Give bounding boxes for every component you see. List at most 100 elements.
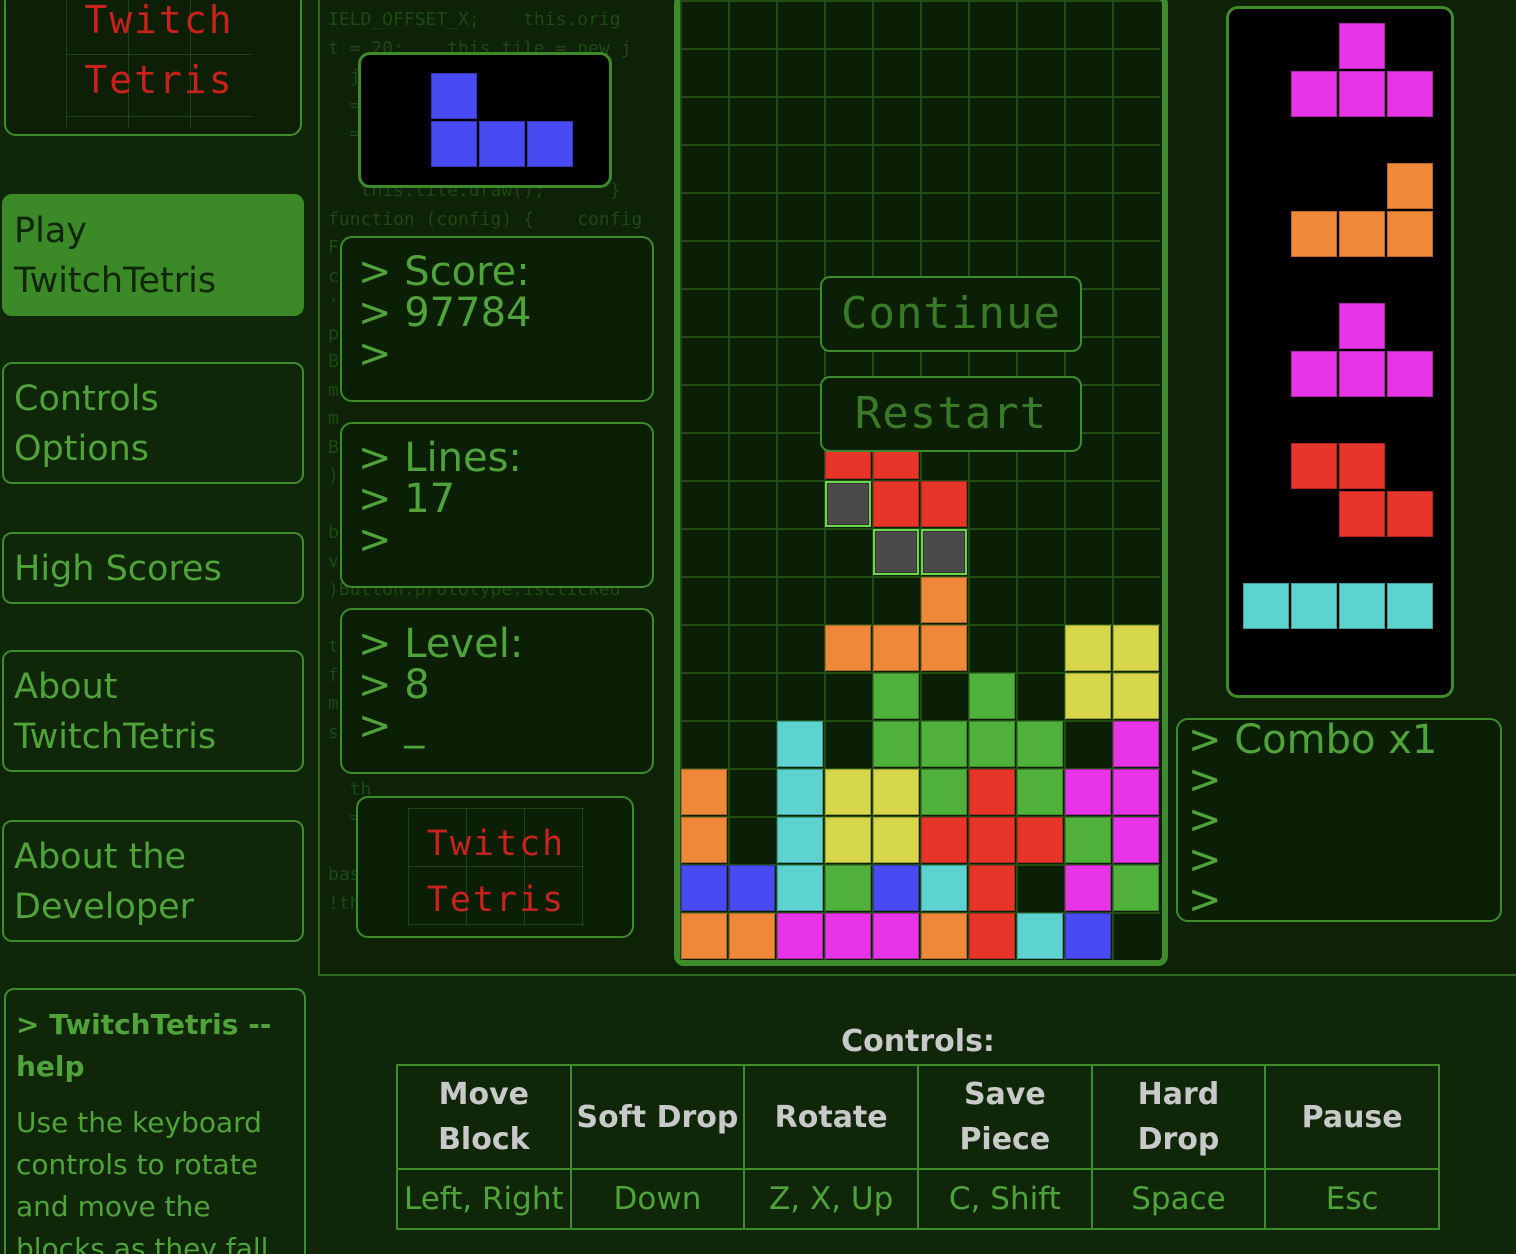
hold-block <box>431 73 477 119</box>
controls-header-rotate: Rotate <box>743 1064 919 1170</box>
controls-header-pause: Pause <box>1264 1064 1440 1170</box>
game-board <box>680 0 1160 960</box>
board-block <box>873 817 919 863</box>
falling-block <box>873 481 919 527</box>
logo-panel: Twitch Tetris <box>4 0 302 136</box>
logo-text-tetris: Tetris <box>84 58 234 102</box>
board-block <box>777 865 823 911</box>
controls-key-move: Left, Right <box>396 1168 572 1230</box>
next-block <box>1387 583 1433 629</box>
nav-high-scores-label: High Scores <box>14 549 222 589</box>
lines-panel: > Lines: > 17 > <box>340 422 654 588</box>
board-block <box>1113 721 1159 767</box>
board-block <box>921 625 967 671</box>
controls-header-move: Move Block <box>396 1064 572 1170</box>
next-block <box>1291 71 1337 117</box>
nav-controls-options-label: Controls Options <box>14 379 159 469</box>
help-text: Use the keyboard controls to rotate and … <box>16 1106 269 1254</box>
lines-value: > 17 <box>358 476 456 522</box>
nav-about-twitchtetris-button[interactable]: About TwitchTetris <box>2 650 304 772</box>
score-panel: > Score: > 97784 > <box>340 236 654 402</box>
board-block <box>825 817 871 863</box>
board-block <box>729 865 775 911</box>
restart-button[interactable]: Restart <box>820 376 1082 452</box>
lines-label: > Lines: <box>358 435 522 481</box>
next-pieces-box <box>1226 6 1454 698</box>
next-block <box>1339 443 1385 489</box>
level-panel: > Level: > 8 > _ <box>340 608 654 774</box>
board-block <box>921 817 967 863</box>
board-block <box>969 673 1015 719</box>
board-grid <box>680 0 1160 960</box>
hold-piece-box <box>358 52 612 188</box>
score-label: > Score: <box>358 249 530 295</box>
ghost-block <box>825 481 871 527</box>
controls-header-hard-drop: Hard Drop <box>1090 1064 1267 1170</box>
hold-block <box>527 121 573 167</box>
board-block <box>1113 673 1159 719</box>
ghost-block <box>873 529 919 575</box>
board-block <box>1017 721 1063 767</box>
ghost-block <box>921 529 967 575</box>
next-block <box>1339 303 1385 349</box>
controls-key-hard-drop: Space <box>1090 1168 1267 1230</box>
help-panel: > TwitchTetris -- help Use the keyboard … <box>4 988 306 1254</box>
board-block <box>1065 625 1111 671</box>
controls-key-soft-drop: Down <box>569 1168 746 1230</box>
lines-prompt: > <box>358 517 392 563</box>
board-block <box>873 625 919 671</box>
continue-button[interactable]: Continue <box>820 276 1082 352</box>
logo-text-twitch: Twitch <box>84 0 234 42</box>
nav-controls-options-button[interactable]: Controls Options <box>2 362 304 484</box>
board-block <box>1113 769 1159 815</box>
board-block <box>873 769 919 815</box>
nav-about-developer-label: About the Developer <box>14 837 195 927</box>
board-block <box>921 865 967 911</box>
board-block <box>777 913 823 959</box>
controls-header-row: Move Block Soft Drop Rotate Save Piece H… <box>396 1064 1440 1170</box>
combo-text: > Combo x1 <box>1188 717 1438 763</box>
controls-keys-row: Left, Right Down Z, X, Up C, Shift Space… <box>396 1168 1440 1230</box>
board-block <box>777 769 823 815</box>
next-block <box>1291 443 1337 489</box>
nav-about-developer-button[interactable]: About the Developer <box>2 820 304 942</box>
combo-panel: > Combo x1 > > > > <box>1176 718 1502 922</box>
board-block <box>1065 817 1111 863</box>
nav-high-scores-button[interactable]: High Scores <box>2 532 304 604</box>
combo-prompt-4: > <box>1188 877 1222 923</box>
combo-prompt-1: > <box>1188 757 1222 803</box>
board-block <box>1017 913 1063 959</box>
next-block <box>1243 583 1289 629</box>
board-block <box>1017 817 1063 863</box>
small-logo-panel: Twitch Tetris <box>356 796 634 938</box>
board-block <box>969 913 1015 959</box>
next-block <box>1339 211 1385 257</box>
board-block <box>873 865 919 911</box>
board-block <box>681 865 727 911</box>
board-block <box>681 913 727 959</box>
next-block <box>1387 351 1433 397</box>
board-block <box>1065 913 1111 959</box>
board-block <box>873 721 919 767</box>
next-block <box>1387 491 1433 537</box>
board-block <box>1113 625 1159 671</box>
board-block <box>1113 865 1159 911</box>
next-block <box>1291 351 1337 397</box>
nav-play-button[interactable]: Play TwitchTetris <box>2 194 304 316</box>
board-block <box>969 865 1015 911</box>
controls-header-save: Save Piece <box>917 1064 1093 1170</box>
level-label: > Level: <box>358 621 524 667</box>
level-value: > 8 <box>358 662 430 708</box>
board-block <box>921 913 967 959</box>
combo-prompt-2: > <box>1188 797 1222 843</box>
controls-title: Controls: <box>841 1024 995 1059</box>
next-block <box>1387 71 1433 117</box>
board-block <box>921 577 967 623</box>
score-prompt: > <box>358 331 392 377</box>
controls-table: Move Block Soft Drop Rotate Save Piece H… <box>396 1064 1440 1230</box>
next-block <box>1339 23 1385 69</box>
board-block <box>969 817 1015 863</box>
controls-key-rotate: Z, X, Up <box>743 1168 919 1230</box>
board-block <box>825 625 871 671</box>
hold-block <box>431 121 477 167</box>
